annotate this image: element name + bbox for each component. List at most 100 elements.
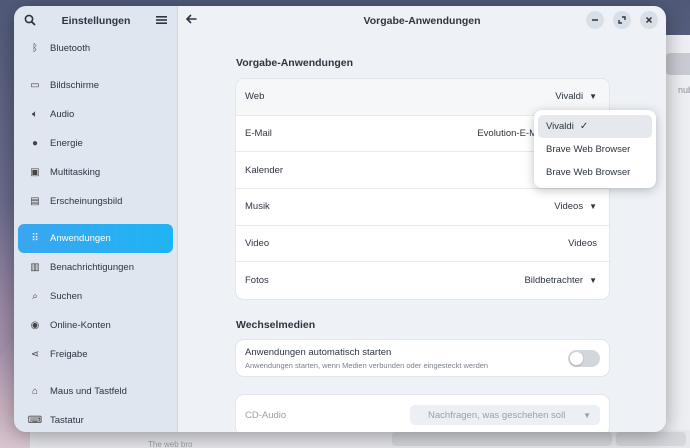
sidebar-item-label: Maus und Tastfeld [50, 386, 127, 397]
sidebar-item-label: Freigabe [50, 349, 88, 360]
row-fotos[interactable]: Fotos Bildbetrachter ▼ [236, 262, 609, 299]
cd-audio-dropdown[interactable]: Nachfragen, was geschehen soll ▼ [410, 405, 600, 425]
popover-option-brave-1[interactable]: Brave Web Browser [538, 138, 652, 161]
search-icon: ⌕ [32, 291, 38, 302]
row-value: Bildbetrachter [524, 275, 584, 287]
sidebar-item-benachrichtigungen[interactable]: ▥ Benachrichtigungen [18, 253, 173, 282]
sidebar-item-label: Anwendungen [50, 233, 111, 244]
autostart-card: Anwendungen automatisch starten Anwendun… [236, 340, 609, 376]
row-label: Musik [245, 201, 270, 213]
row-value: Videos [554, 201, 584, 213]
sidebar-item-label: Benachrichtigungen [50, 262, 134, 273]
row-value: Vivaldi [555, 91, 584, 103]
sidebar-item-freigabe[interactable]: ⋖ Freigabe [18, 340, 173, 369]
cd-audio-row: CD-Audio Nachfragen, was geschehen soll … [236, 400, 609, 430]
dropdown-arrow-icon: ▼ [589, 202, 597, 212]
defaults-section-title: Vorgabe-Anwendungen [236, 57, 354, 69]
sidebar-item-bluetooth[interactable]: ᛒ Bluetooth [18, 34, 173, 63]
row-label: Kalender [245, 164, 284, 176]
row-musik[interactable]: Musik Videos ▼ [236, 189, 609, 226]
sidebar-item-label: Online-Konten [50, 320, 111, 331]
sidebar-item-online-konten[interactable]: ◉ Online-Konten [18, 311, 173, 340]
maximize-button[interactable] [613, 11, 631, 29]
sidebar-item-label: Bildschirme [50, 80, 100, 91]
cd-audio-value: Nachfragen, was geschehen soll [428, 409, 566, 421]
keyboard-icon: ⌨ [27, 415, 43, 426]
sidebar-item-label: Audio [50, 109, 75, 120]
row-video[interactable]: Video Videos [236, 226, 609, 263]
autostart-row: Anwendungen automatisch starten Anwendun… [236, 340, 609, 376]
apps-grid-icon: ⠿ [31, 233, 39, 244]
cd-audio-label: CD-Audio [245, 409, 287, 421]
sidebar-title: Einstellungen [61, 15, 131, 27]
speaker-icon: 🔈︎ [32, 109, 38, 120]
page-title: Vorgabe-Anwendungen [363, 15, 481, 27]
popover-option-vivaldi[interactable]: Vivaldi ✓ [538, 115, 652, 138]
web-browser-popover: Vivaldi ✓ Brave Web Browser Brave Web Bro… [534, 110, 656, 188]
sidebar-item-label: Energie [50, 138, 83, 149]
row-label: Fotos [245, 275, 269, 287]
sidebar-item-tastatur[interactable]: ⌨ Tastatur [18, 406, 173, 432]
row-label: E-Mail [245, 128, 272, 140]
sidebar-item-label: Bluetooth [50, 43, 91, 54]
mouse-icon: ⌂ [31, 386, 39, 397]
bluetooth-icon: ᛒ [32, 43, 38, 54]
cd-audio-card: CD-Audio Nachfragen, was geschehen soll … [236, 395, 609, 432]
multitasking-icon: ▣ [30, 167, 40, 178]
search-icon[interactable] [24, 14, 36, 29]
autostart-toggle[interactable] [568, 349, 600, 367]
row-value: Evolution-E-M [477, 128, 537, 140]
background-bottom-bar: The web bro [30, 430, 690, 448]
bell-icon: ▥ [30, 262, 40, 273]
background-bottom-text: The web bro [148, 440, 193, 448]
window-controls [586, 11, 658, 29]
dropdown-arrow-icon: ▼ [589, 276, 597, 286]
checkmark-icon: ✓ [579, 121, 589, 132]
option-label: Vivaldi [546, 121, 574, 132]
sidebar-item-erscheinungsbild[interactable]: ▤ Erscheinungsbild [18, 187, 173, 216]
sidebar-item-multitasking[interactable]: ▣ Multitasking [18, 158, 173, 187]
background-pill-2 [616, 432, 686, 446]
sidebar-item-label: Multitasking [50, 167, 101, 178]
row-label: Web [245, 91, 265, 103]
option-label: Brave Web Browser [546, 144, 631, 155]
dropdown-arrow-icon: ▼ [589, 92, 597, 102]
minimize-button[interactable] [586, 11, 604, 29]
background-pill-1 [392, 432, 612, 446]
defaults-section: Vorgabe-Anwendungen [236, 57, 609, 69]
sidebar-item-label: Tastatur [50, 415, 84, 426]
appearance-icon: ▤ [30, 196, 40, 207]
dropdown-arrow-icon: ▼ [583, 410, 591, 420]
sidebar-item-anwendungen[interactable]: ⠿ Anwendungen [18, 224, 173, 253]
sidebar-list: ᛒ Bluetooth ▭ Bildschirme 🔈︎ Audio ● Energie… [18, 34, 173, 432]
sidebar-header: Einstellungen [14, 6, 177, 36]
sidebar-item-audio[interactable]: 🔈︎ Audio [18, 100, 173, 129]
content-pane: Vorgabe-Anwendungen Vorgabe-Anwendungen … [178, 6, 666, 432]
media-section-title: Wechselmedien [236, 319, 316, 331]
settings-window: Einstellungen ᛒ Bluetooth ▭ Bildschirme 🔈︎… [14, 6, 666, 432]
back-arrow-icon[interactable] [185, 12, 197, 27]
sidebar-item-label: Suchen [50, 291, 83, 302]
sidebar: Einstellungen ᛒ Bluetooth ▭ Bildschirme 🔈︎… [14, 6, 178, 432]
header-bar: Vorgabe-Anwendungen [178, 6, 666, 36]
autostart-description: Anwendungen starten, wenn Medien verbund… [245, 360, 489, 370]
sidebar-item-maus-und-tastfeld[interactable]: ⌂ Maus und Tastfeld [18, 377, 173, 406]
share-icon: ⋖ [30, 349, 40, 360]
row-label: Video [245, 238, 270, 250]
power-icon: ● [31, 138, 39, 149]
media-section: Wechselmedien [236, 319, 609, 331]
close-button[interactable] [640, 11, 658, 29]
background-button [666, 53, 690, 75]
autostart-label: Anwendungen automatisch starten [245, 346, 392, 358]
sidebar-item-energie[interactable]: ● Energie [18, 129, 173, 158]
background-snippet: nub [678, 85, 690, 95]
sidebar-item-suchen[interactable]: ⌕ Suchen [18, 282, 173, 311]
sidebar-item-label: Erscheinungsbild [50, 196, 123, 207]
sidebar-item-bildschirme[interactable]: ▭ Bildschirme [18, 71, 173, 100]
row-value: Videos [568, 238, 597, 250]
display-icon: ▭ [30, 80, 40, 91]
popover-option-brave-2[interactable]: Brave Web Browser [538, 161, 652, 184]
option-label: Brave Web Browser [546, 167, 631, 178]
hamburger-menu-icon[interactable] [156, 15, 167, 28]
online-accounts-icon: ◉ [30, 320, 40, 331]
